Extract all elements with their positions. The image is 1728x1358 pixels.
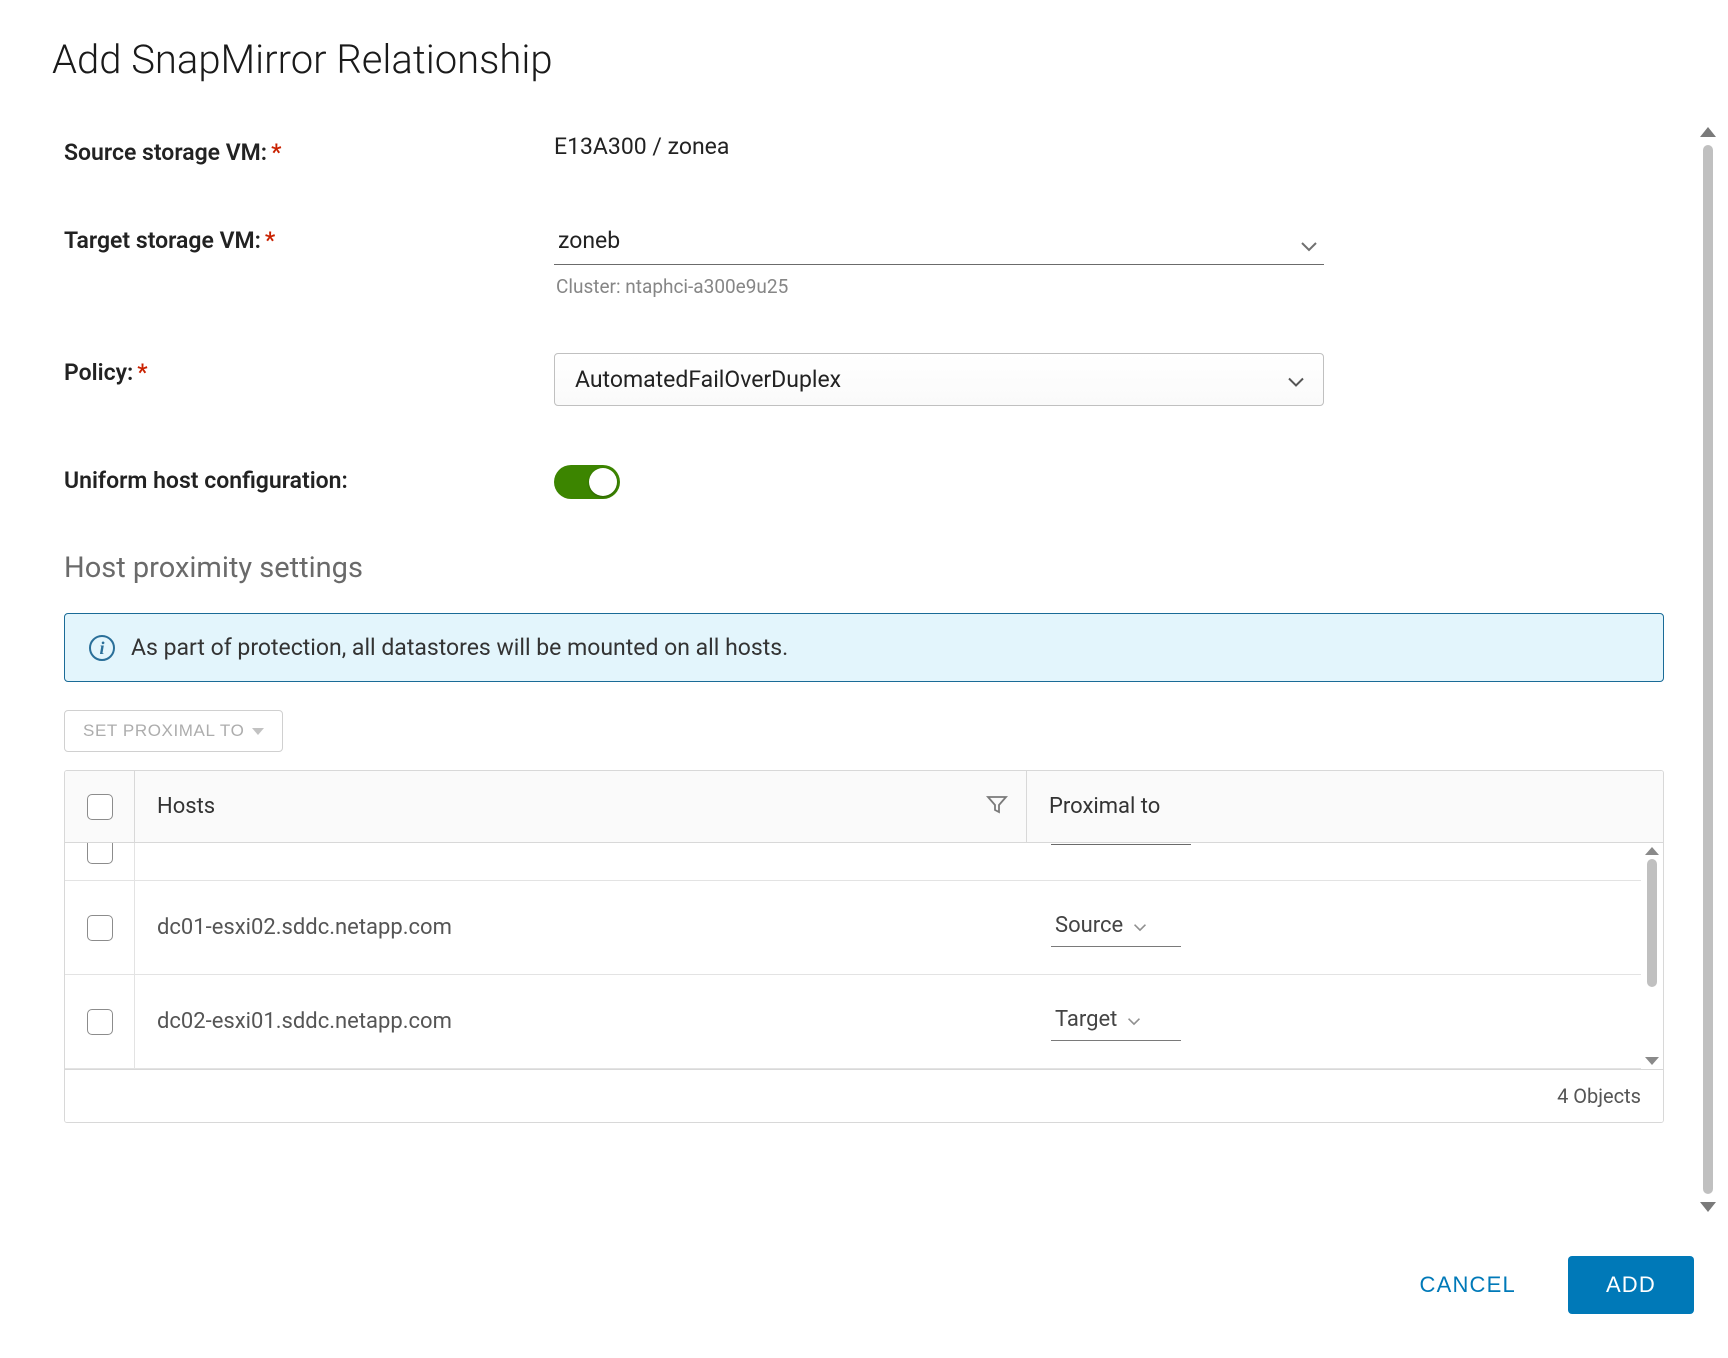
chevron-down-icon xyxy=(252,728,264,735)
target-storage-vm-select[interactable]: zoneb xyxy=(554,221,1324,265)
proximal-column-label: Proximal to xyxy=(1049,794,1160,819)
scroll-down-icon[interactable] xyxy=(1700,1202,1716,1212)
policy-label-text: Policy: xyxy=(64,359,133,386)
scroll-up-icon[interactable] xyxy=(1700,127,1716,137)
chevron-down-icon xyxy=(1133,913,1147,938)
table-footer: 4 Objects xyxy=(65,1069,1663,1122)
dialog-scrollbar[interactable] xyxy=(1696,123,1720,1216)
chevron-down-icon xyxy=(1287,366,1305,393)
row-proximal-cell xyxy=(1029,843,1641,880)
policy-row: Policy:* AutomatedFailOverDuplex xyxy=(64,353,1664,406)
target-storage-vm-selected: zoneb xyxy=(558,227,620,254)
proximal-column-header[interactable]: Proximal to xyxy=(1027,771,1663,842)
row-proximal-cell: Target xyxy=(1029,1003,1641,1041)
target-cluster-helper: Cluster: ntaphci-a300e9u25 xyxy=(554,275,1664,298)
table-header: Hosts Proximal to xyxy=(65,771,1663,843)
cancel-button[interactable]: CANCEL xyxy=(1401,1260,1533,1310)
policy-select[interactable]: AutomatedFailOverDuplex xyxy=(554,353,1324,406)
dialog-content-wrapper: Source storage VM:* E13A300 / zonea Targ… xyxy=(4,123,1724,1216)
uniform-host-config-row: Uniform host configuration: xyxy=(64,461,1664,499)
table-object-count: 4 Objects xyxy=(1557,1084,1641,1108)
proximal-select[interactable]: Target xyxy=(1051,1003,1181,1041)
target-storage-vm-row: Target storage VM:* zoneb Cluster: ntaph… xyxy=(64,221,1664,298)
required-asterisk: * xyxy=(265,227,275,254)
scroll-thumb[interactable] xyxy=(1703,145,1713,1194)
policy-selected: AutomatedFailOverDuplex xyxy=(575,366,841,393)
table-row-partial xyxy=(65,843,1641,881)
uniform-host-config-toggle[interactable] xyxy=(554,465,620,499)
uniform-host-config-field xyxy=(554,461,1664,499)
hosts-table: Hosts Proximal to xyxy=(64,770,1664,1123)
scroll-down-icon[interactable] xyxy=(1645,1057,1659,1065)
info-icon: i xyxy=(89,635,115,661)
info-banner-text: As part of protection, all datastores wi… xyxy=(131,634,788,661)
dialog-actions: CANCEL ADD xyxy=(4,1216,1724,1354)
row-host-cell xyxy=(135,843,1029,880)
select-all-header xyxy=(65,771,135,842)
proximal-selected: Target xyxy=(1055,1007,1117,1032)
scroll-track[interactable] xyxy=(1647,859,1657,1053)
set-proximal-to-button[interactable]: SET PROXIMAL TO xyxy=(64,710,283,752)
policy-label: Policy:* xyxy=(64,353,554,386)
toggle-knob xyxy=(589,468,617,496)
row-host-cell: dc02-esxi01.sddc.netapp.com xyxy=(135,1009,1029,1034)
required-asterisk: * xyxy=(137,359,147,386)
add-snapmirror-dialog: Add SnapMirror Relationship Source stora… xyxy=(4,4,1724,1354)
set-proximal-label: SET PROXIMAL TO xyxy=(83,721,244,741)
source-storage-vm-row: Source storage VM:* E13A300 / zonea xyxy=(64,133,1664,166)
hosts-column-header[interactable]: Hosts xyxy=(135,771,1027,842)
source-storage-vm-label: Source storage VM:* xyxy=(64,133,554,166)
table-body: dc01-esxi02.sddc.netapp.com Source xyxy=(65,843,1641,1069)
source-label-text: Source storage VM: xyxy=(64,139,267,166)
select-all-checkbox[interactable] xyxy=(87,794,113,820)
add-button[interactable]: ADD xyxy=(1568,1256,1694,1314)
cell-select-clipped[interactable] xyxy=(1051,843,1191,845)
scroll-thumb[interactable] xyxy=(1647,859,1657,987)
source-storage-vm-value: E13A300 / zonea xyxy=(554,133,1664,160)
dialog-title: Add SnapMirror Relationship xyxy=(4,4,1724,123)
row-checkbox[interactable] xyxy=(87,1009,113,1035)
target-label-text: Target storage VM: xyxy=(64,227,261,254)
table-row: dc01-esxi02.sddc.netapp.com Source xyxy=(65,881,1641,975)
row-checkbox-cell xyxy=(65,975,135,1068)
row-checkbox-cell xyxy=(65,881,135,974)
scroll-up-icon[interactable] xyxy=(1645,847,1659,855)
dialog-content: Source storage VM:* E13A300 / zonea Targ… xyxy=(4,123,1724,1123)
uniform-host-config-label: Uniform host configuration: xyxy=(64,461,554,494)
chevron-down-icon xyxy=(1300,231,1318,258)
row-proximal-cell: Source xyxy=(1029,909,1641,947)
table-row: dc02-esxi01.sddc.netapp.com Target xyxy=(65,975,1641,1069)
target-storage-vm-label: Target storage VM:* xyxy=(64,221,554,254)
info-banner: i As part of protection, all datastores … xyxy=(64,613,1664,682)
policy-field: AutomatedFailOverDuplex xyxy=(554,353,1664,406)
row-checkbox-cell xyxy=(65,843,135,880)
host-proximity-heading: Host proximity settings xyxy=(64,551,1664,585)
row-checkbox[interactable] xyxy=(87,843,113,864)
row-host-cell: dc01-esxi02.sddc.netapp.com xyxy=(135,915,1029,940)
filter-icon[interactable] xyxy=(986,794,1008,820)
table-scrollbar[interactable] xyxy=(1643,843,1661,1069)
proximal-selected: Source xyxy=(1055,913,1123,938)
row-checkbox[interactable] xyxy=(87,915,113,941)
hosts-column-label: Hosts xyxy=(157,794,215,819)
required-asterisk: * xyxy=(271,139,281,166)
table-body-wrap: dc01-esxi02.sddc.netapp.com Source xyxy=(65,843,1663,1069)
proximal-select[interactable]: Source xyxy=(1051,909,1181,947)
chevron-down-icon xyxy=(1127,1007,1141,1032)
target-storage-vm-field: zoneb Cluster: ntaphci-a300e9u25 xyxy=(554,221,1664,298)
